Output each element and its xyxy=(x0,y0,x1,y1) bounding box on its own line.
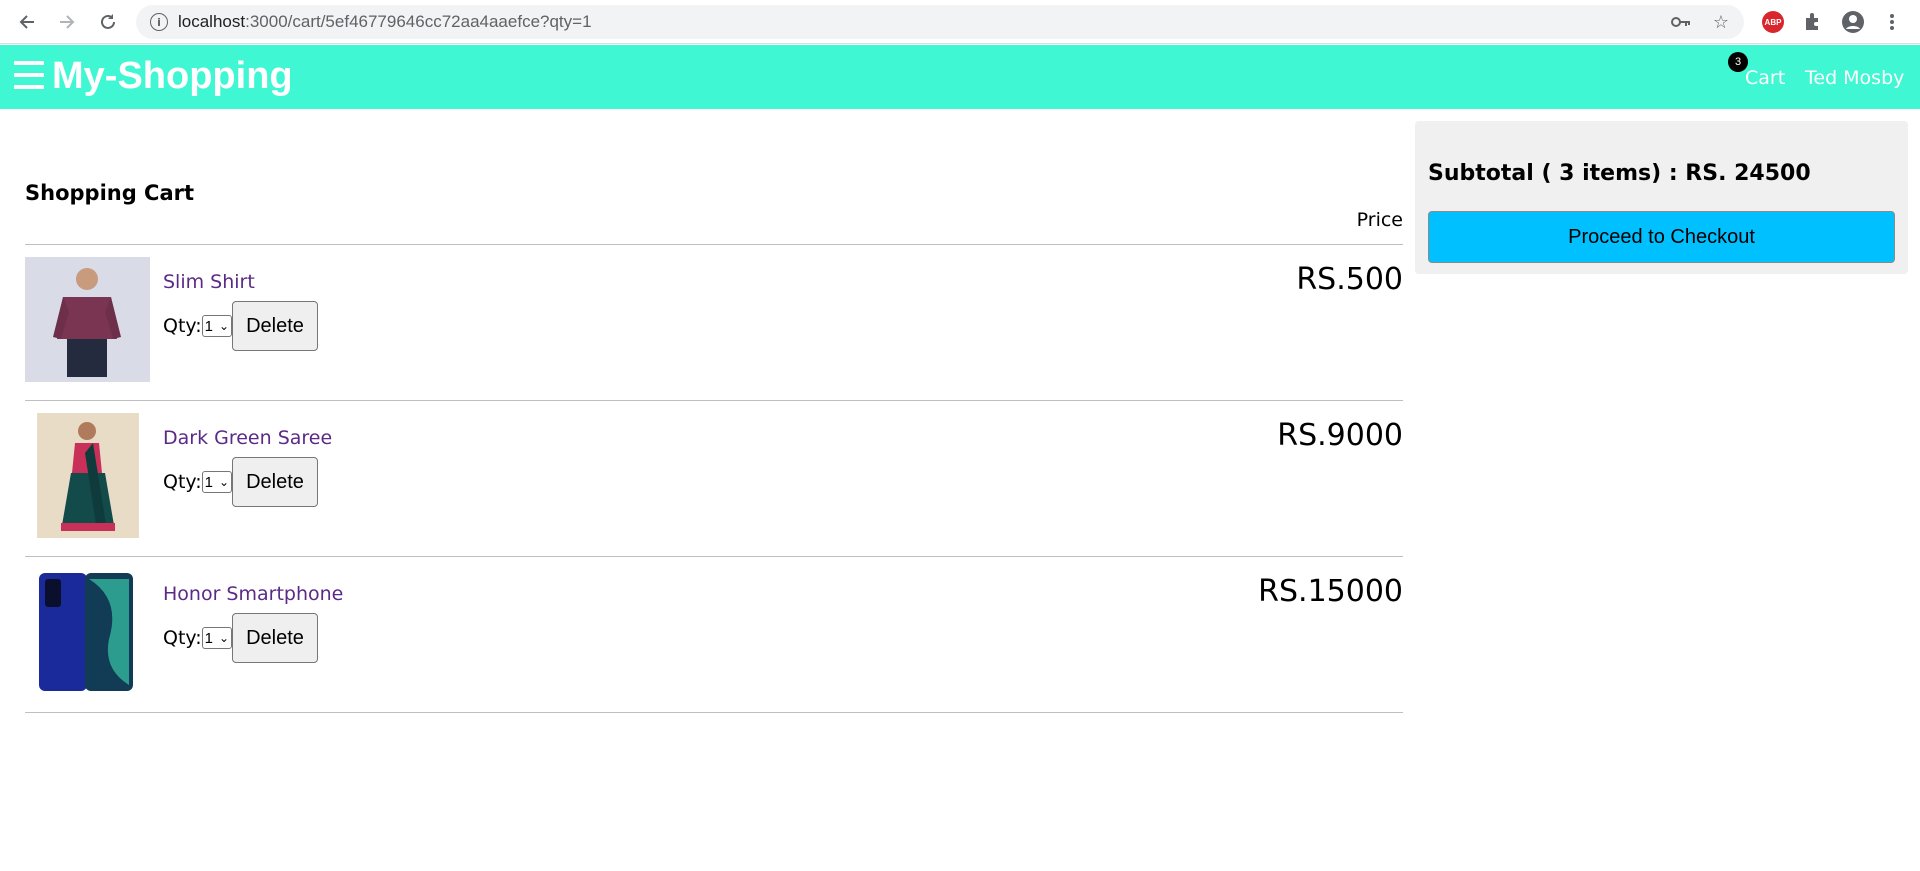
cart-link[interactable]: Cart xyxy=(1745,67,1785,89)
divider xyxy=(25,556,1403,557)
divider xyxy=(25,400,1403,401)
qty-label: Qty: xyxy=(163,471,202,493)
chevron-down-icon: ⌄ xyxy=(219,319,230,333)
item-name-link[interactable]: Slim Shirt xyxy=(163,271,255,293)
browser-toolbar: i localhost:3000/cart/5ef46779646cc72aa4… xyxy=(0,0,1920,44)
subtotal-panel: Subtotal ( 3 items) : RS. 24500 Proceed … xyxy=(1415,121,1908,274)
product-image-shirt[interactable] xyxy=(25,257,150,382)
item-price: RS.15000 xyxy=(1258,574,1403,609)
product-image-saree[interactable] xyxy=(25,413,150,538)
product-image-smartphone[interactable] xyxy=(25,569,150,694)
cart-item: Dark Green Saree Qty: 1 ⌄ Delete RS.9000 xyxy=(25,413,1403,553)
forward-icon[interactable] xyxy=(55,10,79,34)
adblock-icon[interactable]: ABP xyxy=(1762,11,1784,33)
delete-button[interactable]: Delete xyxy=(232,301,318,351)
subtotal-text: Subtotal ( 3 items) : RS. 24500 xyxy=(1428,161,1811,186)
qty-select[interactable]: 1 ⌄ xyxy=(201,627,233,649)
menu-kebab-icon[interactable] xyxy=(1880,10,1904,34)
site-info-icon[interactable]: i xyxy=(150,13,168,31)
address-bar[interactable]: i localhost:3000/cart/5ef46779646cc72aa4… xyxy=(136,5,1744,39)
brand-logo[interactable]: My-Shopping xyxy=(52,55,293,98)
qty-row: Qty: 1 ⌄ Delete xyxy=(163,613,318,663)
profile-icon[interactable] xyxy=(1841,10,1865,34)
chevron-down-icon: ⌄ xyxy=(219,475,230,489)
item-price: RS.9000 xyxy=(1277,418,1403,453)
app-header: My-Shopping 3 Cart Ted Mosby xyxy=(0,45,1920,109)
url-text[interactable]: localhost:3000/cart/5ef46779646cc72aa4aa… xyxy=(178,12,592,32)
qty-row: Qty: 1 ⌄ Delete xyxy=(163,301,318,351)
price-column-header: Price xyxy=(1356,209,1403,231)
qty-label: Qty: xyxy=(163,315,202,337)
proceed-to-checkout-button[interactable]: Proceed to Checkout xyxy=(1428,211,1895,263)
chevron-down-icon: ⌄ xyxy=(219,631,230,645)
page-title: Shopping Cart xyxy=(25,181,195,205)
item-name-link[interactable]: Honor Smartphone xyxy=(163,583,343,605)
bookmark-star-icon[interactable]: ☆ xyxy=(1710,11,1732,33)
qty-label: Qty: xyxy=(163,627,202,649)
delete-button[interactable]: Delete xyxy=(232,457,318,507)
reload-icon[interactable] xyxy=(96,10,120,34)
back-icon[interactable] xyxy=(15,10,39,34)
divider xyxy=(25,244,1403,245)
qty-row: Qty: 1 ⌄ Delete xyxy=(163,457,318,507)
item-name-link[interactable]: Dark Green Saree xyxy=(163,427,332,449)
divider xyxy=(25,712,1403,713)
qty-select[interactable]: 1 ⌄ xyxy=(201,315,233,337)
cart-item: Slim Shirt Qty: 1 ⌄ Delete RS.500 xyxy=(25,257,1403,397)
user-name-link[interactable]: Ted Mosby xyxy=(1805,67,1904,89)
delete-button[interactable]: Delete xyxy=(232,613,318,663)
key-icon[interactable] xyxy=(1670,11,1692,33)
cart-item: Honor Smartphone Qty: 1 ⌄ Delete RS.15000 xyxy=(25,569,1403,709)
item-price: RS.500 xyxy=(1296,262,1403,297)
hamburger-menu-icon[interactable] xyxy=(14,61,44,89)
qty-select[interactable]: 1 ⌄ xyxy=(201,471,233,493)
extensions-icon[interactable] xyxy=(1801,10,1825,34)
